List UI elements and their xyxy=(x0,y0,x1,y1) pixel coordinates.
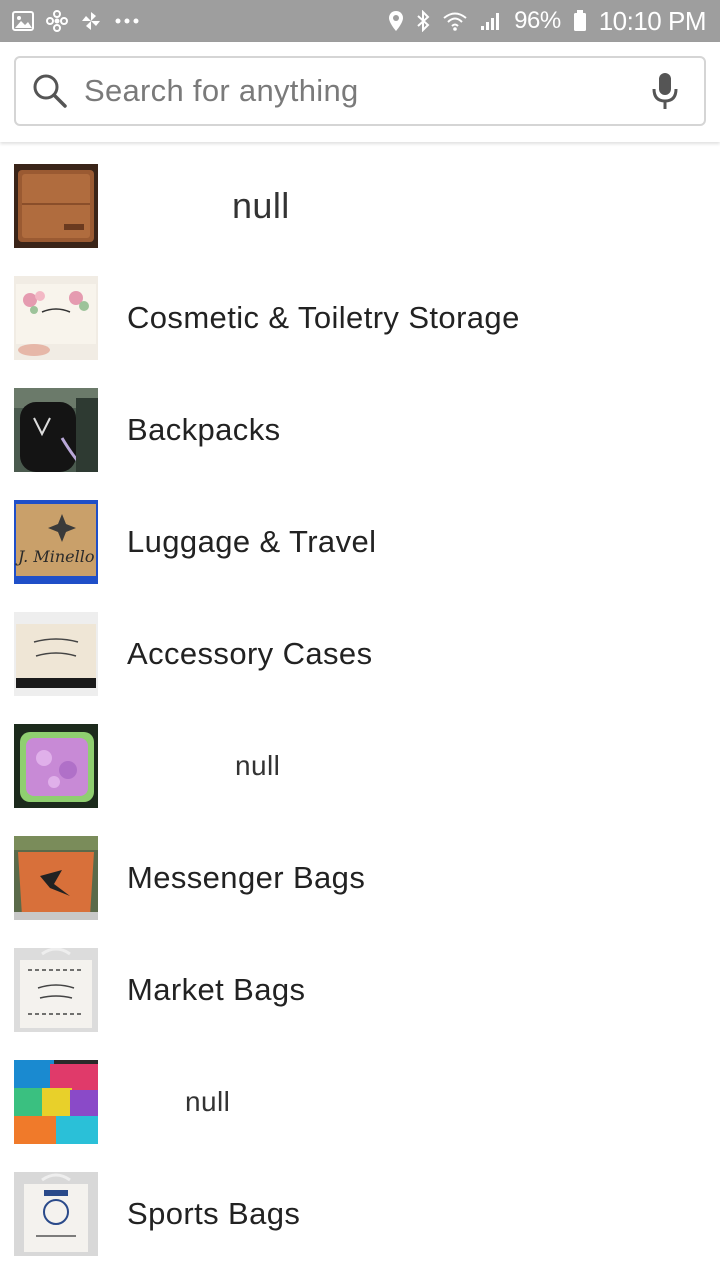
floral-pouch-thumbnail xyxy=(14,276,98,360)
tote-bag-thumbnail xyxy=(14,948,98,1032)
list-item[interactable]: Cosmetic & Toiletry Storage xyxy=(0,262,720,374)
list-item[interactable]: null xyxy=(0,150,720,262)
list-item[interactable]: Messenger Bags xyxy=(0,822,720,934)
search-input[interactable] xyxy=(70,73,640,109)
luggage-tag-thumbnail: J. Minello xyxy=(14,500,98,584)
bluetooth-icon xyxy=(416,9,430,33)
status-left-icons xyxy=(12,9,140,33)
list-item[interactable]: Sports Bags xyxy=(0,1158,720,1270)
list-item[interactable]: Market Bags xyxy=(0,934,720,1046)
sparkle-case-thumbnail xyxy=(14,612,98,696)
messenger-bag-thumbnail xyxy=(14,836,98,920)
pinwheel-alt-icon xyxy=(80,9,102,33)
list-item[interactable]: Backpacks xyxy=(0,374,720,486)
colorful-bags-thumbnail xyxy=(14,1060,98,1144)
list-item[interactable]: J. Minello Luggage & Travel xyxy=(0,486,720,598)
category-label: null xyxy=(235,750,281,781)
list-item[interactable]: Accessory Cases xyxy=(0,598,720,710)
svg-text:J. Minello: J. Minello xyxy=(15,547,94,566)
search-icon[interactable] xyxy=(30,71,70,111)
category-label: Backpacks xyxy=(127,412,281,447)
wifi-icon xyxy=(442,9,468,33)
pinwheel-icon xyxy=(46,9,68,33)
lunchbox-thumbnail xyxy=(14,724,98,808)
category-label: Messenger Bags xyxy=(127,860,366,895)
signal-icon xyxy=(480,9,502,33)
search-bar[interactable] xyxy=(14,56,706,126)
category-label: Cosmetic & Toiletry Storage xyxy=(127,300,520,335)
category-list: null Cosmetic & Toiletry Storage Backpac… xyxy=(0,150,720,1270)
location-icon xyxy=(388,9,404,33)
mic-icon[interactable] xyxy=(640,66,690,116)
battery-icon xyxy=(573,9,587,33)
category-label: null xyxy=(232,185,290,226)
category-label: Accessory Cases xyxy=(127,636,373,671)
sports-tote-thumbnail xyxy=(14,1172,98,1256)
gallery-icon xyxy=(12,9,34,33)
category-label: Market Bags xyxy=(127,972,306,1007)
status-right-icons: 96% 10:10 PM xyxy=(388,5,707,37)
list-item[interactable]: null xyxy=(0,710,720,822)
backpack-thumbnail xyxy=(14,388,98,472)
status-bar: 96% 10:10 PM xyxy=(0,0,720,42)
battery-percent: 96% xyxy=(514,7,561,34)
list-item[interactable]: null xyxy=(0,1046,720,1158)
search-header xyxy=(0,42,720,142)
more-dots-icon xyxy=(114,9,140,33)
category-label: Sports Bags xyxy=(127,1196,301,1231)
clock: 10:10 PM xyxy=(598,5,707,36)
category-label: Luggage & Travel xyxy=(127,524,377,559)
category-label: null xyxy=(185,1086,231,1117)
wallet-thumbnail xyxy=(14,164,98,248)
